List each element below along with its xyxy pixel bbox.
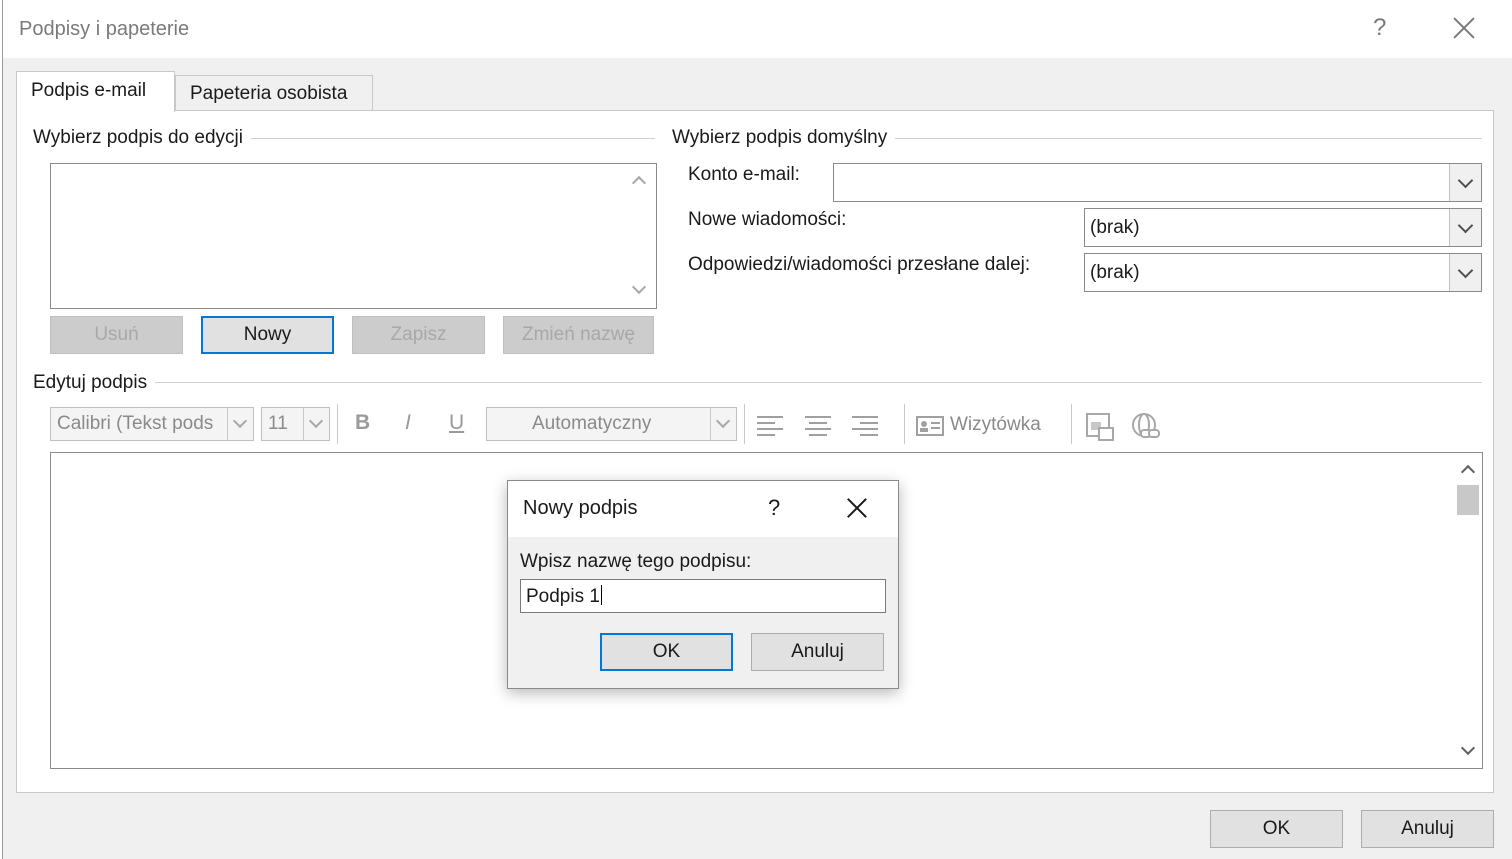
font-size-value: 11 <box>268 413 288 434</box>
font-color-select[interactable]: Automatyczny <box>486 407 737 441</box>
help-icon[interactable]: ? <box>768 495 780 521</box>
dialog-title: Nowy podpis <box>523 497 638 519</box>
align-left-icon[interactable] <box>757 414 785 436</box>
help-icon[interactable]: ? <box>1373 14 1386 42</box>
chevron-down-icon[interactable] <box>227 408 253 440</box>
tab-label: Papeteria osobista <box>190 83 348 104</box>
tab-email-signature[interactable]: Podpis e-mail <box>16 71 175 112</box>
toolbar-separator <box>904 404 905 444</box>
font-size-select[interactable]: 11 <box>261 407 330 441</box>
choose-default-group-label: Wybierz podpis domyślny <box>672 127 896 149</box>
tab-personal-stationery[interactable]: Papeteria osobista <box>175 75 373 112</box>
underline-button[interactable]: U <box>449 411 464 435</box>
title-bar: Podpisy i papeterie ? <box>3 0 1512 58</box>
align-right-icon[interactable] <box>852 414 880 436</box>
email-signature-panel: Wybierz podpis do edycji Usuń Nowy Zapis… <box>16 110 1494 793</box>
bold-button[interactable]: B <box>355 411 370 435</box>
new-messages-select[interactable]: (brak) <box>1084 208 1482 247</box>
chevron-down-icon[interactable] <box>1449 254 1481 291</box>
font-color-value: Automatyczny <box>532 413 652 434</box>
font-value: Calibri (Tekst pods <box>57 413 214 434</box>
replies-select[interactable]: (brak) <box>1084 253 1482 292</box>
choose-edit-group-label: Wybierz podpis do edycji <box>33 127 251 149</box>
chevron-down-icon[interactable] <box>631 279 647 295</box>
new-button[interactable]: Nowy <box>201 316 334 354</box>
ok-button[interactable]: OK <box>1210 810 1343 848</box>
signature-name-prompt: Wpisz nazwę tego podpisu: <box>520 551 752 572</box>
new-messages-label: Nowe wiadomości: <box>688 209 847 230</box>
toolbar-separator <box>744 404 745 444</box>
replies-value: (brak) <box>1090 262 1140 283</box>
new-signature-dialog: Nowy podpis ? Wpisz nazwę tego podpisu: … <box>507 480 899 689</box>
scroll-thumb[interactable] <box>1457 485 1479 515</box>
chevron-down-icon[interactable] <box>303 408 329 440</box>
cancel-button[interactable]: Anuluj <box>1361 810 1494 848</box>
dialog-cancel-button[interactable]: Anuluj <box>751 633 884 671</box>
save-button[interactable]: Zapisz <box>352 316 485 354</box>
signature-name-value: Podpis 1 <box>526 586 600 607</box>
email-account-select[interactable] <box>833 163 1482 202</box>
chevron-up-icon[interactable] <box>631 175 647 191</box>
signature-name-input[interactable]: Podpis 1 <box>520 579 886 613</box>
font-select[interactable]: Calibri (Tekst pods <box>50 407 254 441</box>
window-title: Podpisy i papeterie <box>19 18 190 40</box>
business-card-label: Wizytówka <box>950 414 1041 435</box>
hyperlink-icon[interactable] <box>1131 412 1163 442</box>
toolbar-separator <box>337 404 338 444</box>
signature-list[interactable] <box>50 163 657 309</box>
rename-button[interactable]: Zmień nazwę <box>503 316 654 354</box>
close-icon[interactable] <box>1449 14 1479 44</box>
toolbar-separator <box>1071 404 1072 444</box>
chevron-down-icon[interactable] <box>1460 740 1476 756</box>
editor-scrollbar[interactable] <box>1454 453 1482 768</box>
signatures-window: Podpisy i papeterie ? Podpis e-mail Pape… <box>2 0 1512 859</box>
chevron-down-icon[interactable] <box>710 408 736 440</box>
replies-label: Odpowiedzi/wiadomości przesłane dalej: <box>688 254 1031 275</box>
new-messages-value: (brak) <box>1090 217 1140 238</box>
email-account-label: Konto e-mail: <box>688 164 800 185</box>
tab-label: Podpis e-mail <box>31 80 147 101</box>
insert-picture-icon[interactable] <box>1085 412 1115 442</box>
chevron-up-icon[interactable] <box>1460 464 1476 480</box>
align-center-icon[interactable] <box>805 414 833 436</box>
delete-button[interactable]: Usuń <box>50 316 183 354</box>
dialog-title-bar: Nowy podpis ? <box>508 481 898 537</box>
business-card-icon <box>916 416 944 436</box>
divider <box>33 382 1482 383</box>
chevron-down-icon[interactable] <box>1449 164 1481 201</box>
close-icon[interactable] <box>844 495 870 521</box>
chevron-down-icon[interactable] <box>1449 209 1481 246</box>
text-caret <box>600 585 602 605</box>
dialog-ok-button[interactable]: OK <box>600 633 733 671</box>
edit-signature-group-label: Edytuj podpis <box>33 372 156 394</box>
italic-button[interactable]: I <box>405 411 411 435</box>
